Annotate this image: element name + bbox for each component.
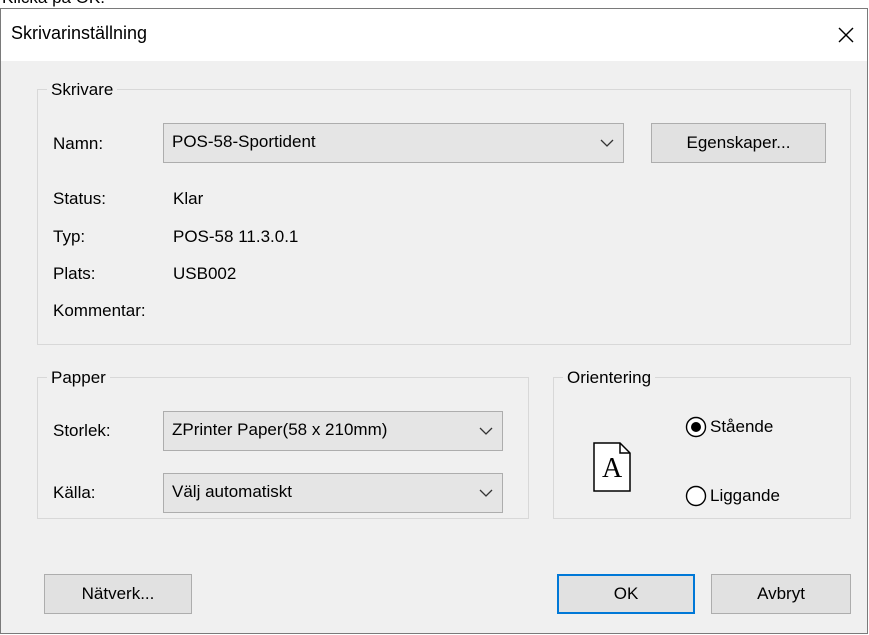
properties-button-label: Egenskaper...	[686, 133, 791, 152]
cancel-button-label: Avbryt	[757, 584, 805, 603]
properties-button[interactable]: Egenskaper...	[651, 123, 826, 163]
radio-unchecked-icon	[685, 485, 707, 507]
close-icon	[838, 27, 854, 43]
paper-source-value: Välj automatiskt	[172, 482, 292, 501]
chevron-down-icon	[479, 427, 493, 435]
page-icon-letter: A	[602, 453, 623, 484]
printer-group-label: Skrivare	[47, 80, 118, 100]
source-label: Källa:	[53, 483, 96, 502]
printer-name-value: POS-58-Sportident	[172, 132, 316, 151]
paper-group-label: Papper	[47, 368, 110, 388]
close-button[interactable]	[827, 17, 865, 53]
location-label: Plats:	[53, 264, 96, 283]
comment-label: Kommentar:	[53, 301, 146, 320]
status-value: Klar	[173, 189, 204, 208]
landscape-radio[interactable]: Liggande	[685, 483, 825, 509]
size-label: Storlek:	[53, 421, 111, 440]
network-button[interactable]: Nätverk...	[44, 574, 192, 614]
background-partial-text: Klicka på OK.	[2, 0, 105, 8]
printer-setup-dialog: Skrivarinställning Skrivare Namn: POS-58…	[0, 8, 868, 634]
type-value: POS-58 11.3.0.1	[173, 227, 299, 246]
cancel-button[interactable]: Avbryt	[711, 574, 851, 614]
paper-size-select[interactable]: ZPrinter Paper(58 x 210mm)	[163, 411, 503, 451]
radio-checked-icon	[685, 416, 707, 438]
portrait-radio[interactable]: Stående	[685, 414, 825, 440]
paper-source-select[interactable]: Välj automatiskt	[163, 473, 503, 513]
name-label: Namn:	[53, 134, 104, 153]
landscape-label: Liggande	[710, 486, 780, 505]
type-label: Typ:	[53, 227, 86, 246]
portrait-page-icon: A	[593, 442, 631, 492]
ok-button[interactable]: OK	[557, 574, 695, 614]
status-label: Status:	[53, 189, 106, 208]
network-button-label: Nätverk...	[81, 584, 155, 603]
paper-size-value: ZPrinter Paper(58 x 210mm)	[172, 420, 388, 439]
portrait-label: Stående	[710, 417, 774, 436]
chevron-down-icon	[479, 489, 493, 497]
location-value: USB002	[173, 264, 237, 283]
printer-name-select[interactable]: POS-58-Sportident	[163, 123, 624, 163]
title-bar: Skrivarinställning	[1, 9, 867, 61]
ok-button-label: OK	[613, 584, 639, 603]
chevron-down-icon	[600, 139, 614, 147]
orientation-group-label: Orientering	[563, 368, 656, 388]
dialog-title: Skrivarinställning	[11, 23, 148, 43]
